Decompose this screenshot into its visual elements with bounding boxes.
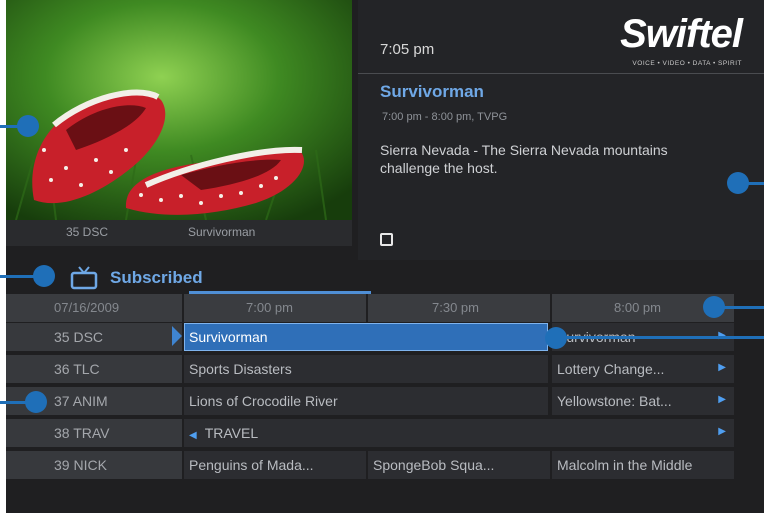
channel-name: 39 NICK <box>54 457 107 473</box>
callout-dot <box>545 327 567 349</box>
program-cell-selected[interactable]: Survivorman <box>184 323 548 351</box>
channel-row: 38 TRAV ◀ TRAVEL ▶ <box>6 418 764 448</box>
row-pointer-icon <box>172 326 182 346</box>
program-info-panel: 7:05 pm Swiftel VOICE • VIDEO • DATA • S… <box>358 0 764 260</box>
program-cell[interactable]: Lottery Change... ▶ <box>552 355 734 383</box>
more-left-icon: ◀ <box>189 430 197 441</box>
callout-dot <box>727 172 749 194</box>
callout-line <box>720 306 764 309</box>
brand-logo: Swiftel VOICE • VIDEO • DATA • SPIRIT <box>592 10 748 70</box>
time-slot-header: 7:30 pm <box>368 294 550 322</box>
callout-dot <box>25 391 47 413</box>
channel-label[interactable]: 36 TLC <box>6 355 182 383</box>
channel-row: 36 TLC Sports Disasters Lottery Change..… <box>6 354 764 384</box>
preview-caption: 35 DSC Survivorman <box>6 220 352 246</box>
time-slot-header: 7:00 pm <box>184 294 366 322</box>
program-cell[interactable]: ◀ TRAVEL ▶ <box>184 419 734 447</box>
program-cell[interactable]: SpongeBob Squa... <box>368 451 550 479</box>
callout-dot <box>17 115 39 137</box>
channel-name: 36 TLC <box>54 361 100 377</box>
callout-dot <box>703 296 725 318</box>
channel-label[interactable]: 38 TRAV <box>6 419 182 447</box>
program-title: Yellowstone: Bat... <box>557 393 672 409</box>
filter-label: Subscribed <box>110 268 203 287</box>
program-cell[interactable]: Sports Disasters <box>184 355 548 383</box>
callout-dot <box>33 265 55 287</box>
channel-row: 37 ANIM Lions of Crocodile River Yellows… <box>6 386 764 416</box>
program-cell[interactable]: Yellowstone: Bat... ▶ <box>552 387 734 415</box>
logo-text: Swiftel <box>620 12 743 56</box>
channel-label[interactable]: 39 NICK <box>6 451 182 479</box>
time-slot-label: 8:00 pm <box>614 300 661 315</box>
time-slot-label: 7:00 pm <box>246 300 293 315</box>
tv-icon <box>70 266 98 290</box>
video-preview[interactable] <box>6 0 352 220</box>
logo-tagline: VOICE • VIDEO • DATA • SPIRIT <box>632 60 742 67</box>
time-slot-label: 7:30 pm <box>432 300 479 315</box>
program-cell[interactable]: Malcolm in the Middle <box>552 451 734 479</box>
tv-guide-screen: 35 DSC Survivorman 7:05 pm Swiftel VOICE… <box>6 0 764 513</box>
channel-label[interactable]: 35 DSC <box>6 323 182 351</box>
program-title: TRAVEL <box>204 425 259 441</box>
callout-line <box>558 336 764 339</box>
program-title: Survivorman <box>380 82 484 101</box>
more-right-icon: ▶ <box>718 362 726 373</box>
program-title: Lottery Change... <box>557 361 665 377</box>
grid-date-header: 07/16/2009 <box>6 294 182 322</box>
channel-name: 38 TRAV <box>54 425 110 441</box>
program-cell[interactable]: Lions of Crocodile River <box>184 387 548 415</box>
program-cell[interactable]: Penguins of Mada... <box>184 451 366 479</box>
preview-program: Survivorman <box>188 225 256 239</box>
more-right-icon: ▶ <box>718 426 726 437</box>
closed-caption-icon <box>380 233 393 246</box>
current-time: 7:05 pm <box>380 41 435 58</box>
channel-name: 35 DSC <box>54 329 104 345</box>
channel-name: 37 ANIM <box>54 393 108 409</box>
grid-date: 07/16/2009 <box>54 300 120 315</box>
preview-channel: 35 DSC <box>66 225 109 239</box>
divider <box>358 73 764 74</box>
program-time-rating: 7:00 pm - 8:00 pm, TVPG <box>382 111 508 123</box>
channel-row: 39 NICK Penguins of Mada... SpongeBob Sq… <box>6 450 764 480</box>
shoes-image <box>6 0 352 220</box>
program-description: Sierra Nevada - The Sierra Nevada mounta… <box>380 142 668 176</box>
more-right-icon: ▶ <box>718 394 726 405</box>
